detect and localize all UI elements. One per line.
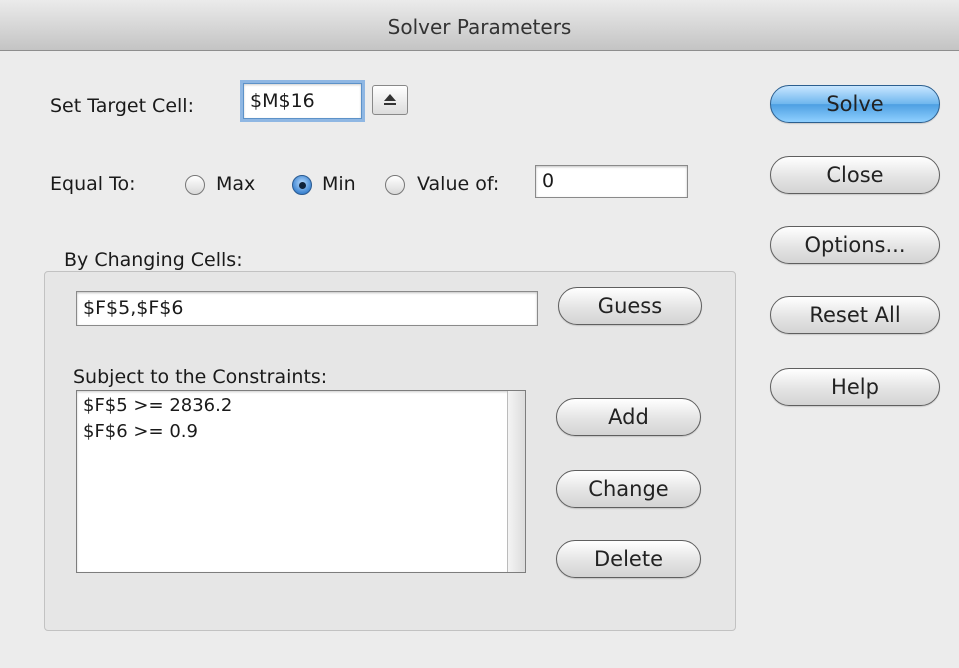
options-button[interactable]: Options... [770,226,940,264]
radio-max-label[interactable]: Max [216,173,255,195]
list-item[interactable]: $F$6 >= 0.9 [83,421,198,442]
close-button[interactable]: Close [770,156,940,194]
list-item[interactable]: $F$5 >= 2836.2 [83,395,232,416]
radio-value-of-label[interactable]: Value of: [417,173,499,195]
constraints-list[interactable]: $F$5 >= 2836.2 $F$6 >= 0.9 [76,390,526,573]
solve-button[interactable]: Solve [770,85,940,123]
radio-min-label[interactable]: Min [322,173,356,195]
help-button[interactable]: Help [770,368,940,406]
value-of-input[interactable]: 0 [535,165,688,198]
guess-button[interactable]: Guess [558,287,702,325]
changing-cells-input[interactable]: $F$5,$F$6 [76,291,538,326]
delete-button[interactable]: Delete [556,540,701,578]
radio-value-of[interactable] [385,175,405,195]
equal-to-label: Equal To: [50,173,136,195]
radio-min[interactable] [292,175,312,195]
constraints-label: Subject to the Constraints: [73,366,328,388]
reset-all-button[interactable]: Reset All [770,296,940,334]
target-cell-label: Set Target Cell: [50,95,194,117]
change-button[interactable]: Change [556,470,701,508]
collapse-triangle-icon [384,94,396,101]
window-title: Solver Parameters [0,0,959,51]
changing-cells-label: By Changing Cells: [64,249,243,271]
add-button[interactable]: Add [556,398,701,436]
collapse-dialog-button[interactable] [372,85,408,115]
radio-max[interactable] [185,175,205,195]
target-cell-input[interactable]: $M$16 [243,83,362,119]
constraints-scrollbar[interactable] [507,391,525,572]
